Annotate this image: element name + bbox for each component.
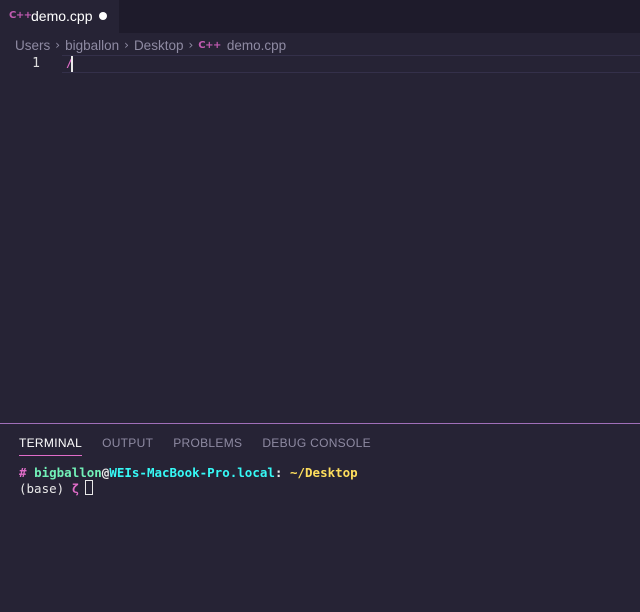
tab-bar: C++ demo.cpp: [0, 0, 640, 33]
current-line-highlight: [62, 55, 640, 73]
cpp-file-icon: C++: [9, 10, 32, 21]
terminal-line-2: (base) ζ: [19, 480, 358, 496]
chevron-right-icon: ›: [188, 38, 194, 52]
tab-debug-console[interactable]: DEBUG CONSOLE: [262, 436, 371, 456]
prompt-symbol: ζ: [71, 481, 80, 496]
tab-demo-cpp[interactable]: C++ demo.cpp: [0, 0, 119, 33]
breadcrumb-item-users[interactable]: Users: [15, 38, 50, 53]
breadcrumb: Users › bigballon › Desktop › C++ demo.c…: [15, 35, 286, 55]
terminal-path: ~/Desktop: [289, 465, 358, 480]
breadcrumb-item-bigballon[interactable]: bigballon: [65, 38, 119, 53]
unsaved-dot-icon[interactable]: [99, 12, 107, 20]
chevron-right-icon: ›: [124, 38, 129, 52]
terminal-colon: :: [274, 465, 283, 480]
terminal-host: WEIs-MacBook-Pro.local: [109, 465, 275, 480]
tab-output[interactable]: OUTPUT: [102, 436, 153, 456]
breadcrumb-item-file[interactable]: demo.cpp: [227, 38, 286, 53]
prompt-hash: #: [19, 465, 27, 480]
terminal-cursor: [85, 480, 94, 495]
cpp-file-icon: C++: [198, 39, 221, 51]
tab-terminal[interactable]: TERMINAL: [19, 436, 83, 456]
tab-problems[interactable]: PROBLEMS: [173, 436, 242, 456]
conda-env: (base): [19, 481, 65, 496]
bottom-panel: TERMINAL OUTPUT PROBLEMS DEBUG CONSOLE #…: [0, 423, 640, 612]
chevron-right-icon: ›: [55, 38, 61, 52]
terminal-output[interactable]: # bigballon@WEIs-MacBook-Pro.local: ~/De…: [19, 465, 358, 496]
code-editor[interactable]: 1 /: [0, 55, 640, 423]
terminal-user: bigballon: [34, 465, 102, 480]
tab-label: demo.cpp: [31, 8, 93, 24]
panel-tabs: TERMINAL OUTPUT PROBLEMS DEBUG CONSOLE: [19, 436, 391, 456]
editor-window: C++ demo.cpp Users › bigballon › Desktop…: [0, 0, 640, 612]
line-number: 1: [32, 56, 40, 71]
text-cursor: [71, 56, 73, 72]
breadcrumb-item-desktop[interactable]: Desktop: [134, 38, 184, 53]
terminal-line-1: # bigballon@WEIs-MacBook-Pro.local: ~/De…: [19, 465, 358, 480]
